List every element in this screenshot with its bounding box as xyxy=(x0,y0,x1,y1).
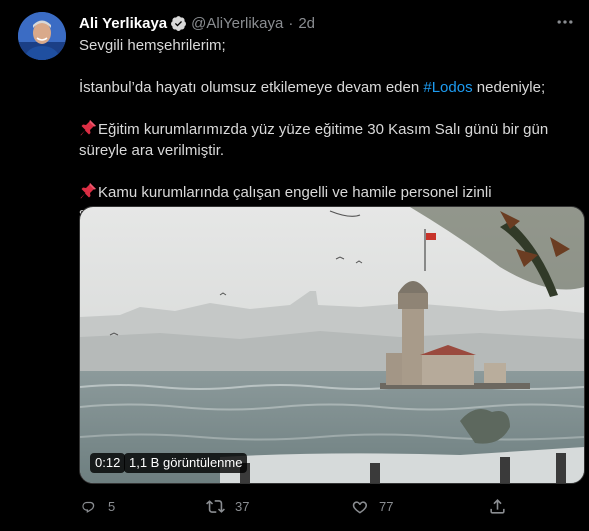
tweet-actions: 5 37 77 xyxy=(79,497,559,521)
verified-badge-icon xyxy=(171,15,187,31)
timestamp[interactable]: 2d xyxy=(298,15,315,32)
hashtag-link[interactable]: #Lodos xyxy=(423,79,472,96)
avatar[interactable] xyxy=(18,12,66,60)
like-icon xyxy=(352,501,368,514)
video-views-badge: 1,1 B görüntülenme xyxy=(124,453,248,473)
tweet-text: Sevgili hemşehrilerim; İstanbul’da hayat… xyxy=(79,35,574,224)
like-count: 77 xyxy=(379,499,394,514)
display-name[interactable]: Ali Yerlikaya xyxy=(79,15,167,32)
tweet-line-education: Eğitim kurumlarımızda yüz yüze eğitime 3… xyxy=(79,119,574,161)
reply-count: 5 xyxy=(108,499,116,514)
retweet-button[interactable]: 37 xyxy=(206,497,249,516)
tweet-text-segment: nedeniyle; xyxy=(472,79,546,96)
user-handle[interactable]: @AliYerlikaya xyxy=(191,15,283,32)
tweet-text-segment: İstanbul’da hayatı olumsuz etkilemeye de… xyxy=(79,79,424,96)
pushpin-icon xyxy=(80,183,96,199)
reply-icon xyxy=(82,501,95,513)
share-button[interactable] xyxy=(488,497,517,516)
video-player[interactable]: 0:12 1,1 B görüntülenme xyxy=(79,206,585,484)
retweet-icon xyxy=(206,500,225,513)
separator-dot: · xyxy=(288,14,294,32)
retweet-count: 37 xyxy=(235,499,250,514)
tweet-line-reason: İstanbul’da hayatı olumsuz etkilemeye de… xyxy=(79,77,574,98)
like-button[interactable]: 77 xyxy=(350,497,393,516)
tweet-line-greeting: Sevgili hemşehrilerim; xyxy=(79,37,226,54)
video-duration-badge: 0:12 xyxy=(90,453,126,473)
tweet-header: Ali Yerlikaya @AliYerlikaya · 2d xyxy=(79,12,569,34)
video-thumbnail xyxy=(80,207,584,483)
more-icon[interactable] xyxy=(555,12,575,32)
reply-button[interactable]: 5 xyxy=(79,497,115,516)
tweet-text-segment: Eğitim kurumlarımızda yüz yüze eğitime 3… xyxy=(79,121,549,159)
pushpin-icon xyxy=(80,120,96,136)
tweet: Ali Yerlikaya @AliYerlikaya · 2d Sevgili… xyxy=(0,0,589,531)
share-icon xyxy=(490,499,505,514)
